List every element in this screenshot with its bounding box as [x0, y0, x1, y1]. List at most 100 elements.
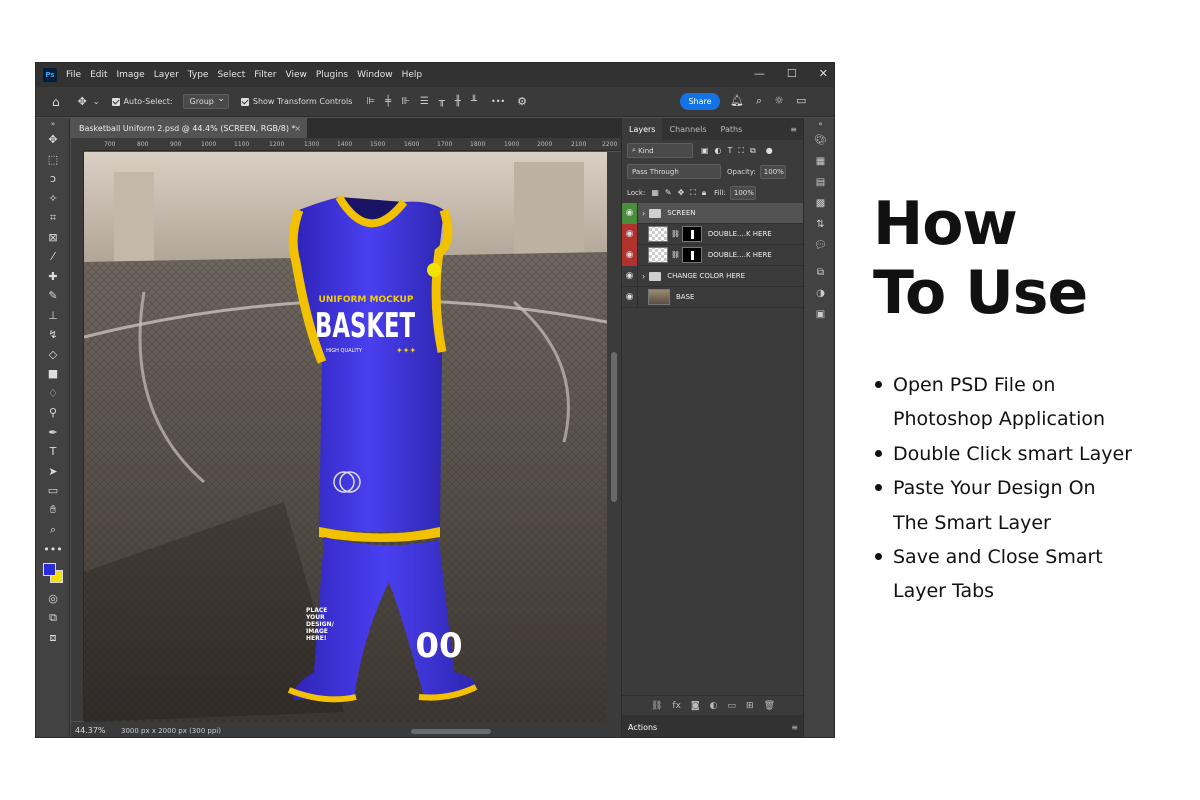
adjustments-icon[interactable]: ⇅ [804, 214, 834, 235]
lock-icons[interactable]: ▦✎✥⛶🔒︎ [651, 188, 712, 198]
more-options-icon[interactable]: ••• [491, 97, 505, 106]
menu-type[interactable]: Type [188, 70, 209, 80]
stamp-tool-icon[interactable]: ⊥ [36, 306, 70, 326]
quick-select-tool-icon[interactable]: ✧ [36, 189, 70, 209]
layer-row[interactable]: ◉ › SCREEN [622, 202, 803, 224]
new-layer-icon[interactable]: ⊞ [746, 701, 754, 711]
chevron-down-icon[interactable]: ⌄ [93, 97, 100, 106]
align-right-icon[interactable]: ⊪ [401, 96, 410, 107]
eye-icon[interactable]: ◉ [622, 265, 638, 287]
panel-menu-icon[interactable]: ≡ [790, 125, 797, 134]
eraser-tool-icon[interactable]: ◇ [36, 345, 70, 365]
actions-panel-header[interactable]: Actions ≡ [622, 715, 804, 737]
layer-mask-thumbnail[interactable] [681, 226, 702, 242]
zoom-tool-icon[interactable]: ⌕ [36, 520, 70, 540]
libraries-icon[interactable]: ⧉ [804, 262, 834, 283]
panel-menu-icon[interactable]: ≡ [791, 723, 798, 732]
hand-tool-icon[interactable]: ✋︎ [36, 501, 70, 521]
minimize-icon[interactable]: — [754, 67, 765, 80]
horizontal-scrollbar-thumb[interactable] [411, 729, 491, 734]
layer-row[interactable]: ◉ BASE [622, 286, 803, 308]
collapse-toolbar-icon[interactable]: » [36, 118, 70, 130]
blend-mode-dropdown[interactable]: Pass Through [627, 164, 721, 179]
pen-tool-icon[interactable]: ✒ [36, 423, 70, 443]
workspace-icon[interactable]: ▭ [796, 94, 806, 108]
menu-select[interactable]: Select [217, 70, 245, 80]
menu-view[interactable]: View [286, 70, 307, 80]
gradients-icon[interactable]: ▤ [804, 172, 834, 193]
marquee-tool-icon[interactable]: ⬚ [36, 150, 70, 170]
fill-input[interactable]: 100% [729, 185, 756, 200]
eye-icon[interactable]: ◉ [622, 202, 638, 224]
brush-tool-icon[interactable]: ✎ [36, 286, 70, 306]
crop-tool-icon[interactable]: ⌗ [36, 208, 70, 228]
layer-mask-thumbnail[interactable] [681, 247, 702, 263]
filter-toggle-icon[interactable]: ● [766, 146, 773, 155]
trash-icon[interactable]: 🗑︎ [764, 701, 775, 711]
menu-file[interactable]: File [66, 70, 81, 80]
eye-icon[interactable]: ◉ [622, 223, 638, 245]
tab-layers[interactable]: Layers [622, 118, 663, 140]
eye-icon[interactable]: ◉ [622, 286, 638, 308]
blur-tool-icon[interactable]: ♢ [36, 384, 70, 404]
add-mask-icon[interactable]: ◙ [691, 701, 700, 711]
kind-filter-dropdown[interactable]: ⌕ Kind [627, 143, 693, 158]
eyedropper-tool-icon[interactable]: ⁄ [36, 247, 70, 267]
align-bottom-icon[interactable]: ╨ [471, 96, 477, 107]
tab-paths[interactable]: Paths [714, 118, 750, 140]
menu-window[interactable]: Window [357, 70, 393, 80]
dodge-tool-icon[interactable]: ⚲ [36, 403, 70, 423]
comments-icon[interactable]: 💬︎ [804, 235, 834, 256]
document-canvas[interactable]: UNIFORM MOCKUP BASKET HIGH QUALITY ✦✦✦ P… [84, 152, 607, 722]
layer-row[interactable]: ◉ › CHANGE COLOR HERE [622, 265, 803, 287]
lasso-tool-icon[interactable]: ↄ [36, 169, 70, 189]
layer-row[interactable]: ◉ ⛓ DOUBLE....K HERE [622, 244, 803, 266]
align-left-icon[interactable]: ⊫ [366, 96, 375, 107]
vertical-scrollbar[interactable] [607, 152, 621, 722]
healing-brush-tool-icon[interactable]: ✚ [36, 267, 70, 287]
document-size-info[interactable]: 3000 px x 2000 px (300 ppi) [121, 727, 221, 735]
history-brush-tool-icon[interactable]: ↯ [36, 325, 70, 345]
rectangle-tool-icon[interactable]: ▭ [36, 481, 70, 501]
move-tool-icon[interactable]: ✥ [36, 130, 70, 150]
swatches-icon[interactable]: ▦ [804, 151, 834, 172]
search-icon[interactable]: ⌕ [756, 94, 762, 108]
collapse-dock-icon[interactable]: « [804, 118, 834, 130]
auto-select-checkbox[interactable]: Auto-Select: [111, 97, 173, 106]
foreground-color-swatch[interactable] [43, 563, 56, 576]
screen-mode-icon[interactable]: ⧉ [36, 609, 70, 629]
palette-icon[interactable]: 🎨︎ [804, 130, 834, 151]
layer-row[interactable]: ◉ ⛓ DOUBLE....K HERE [622, 223, 803, 245]
show-transform-checkbox[interactable]: Show Transform Controls [240, 97, 352, 106]
menu-help[interactable]: Help [402, 70, 423, 80]
quick-mask-icon[interactable]: ◎ [36, 589, 70, 609]
link-layers-icon[interactable]: ⛓ [651, 701, 662, 711]
gradient-tool-icon[interactable]: ■ [36, 364, 70, 384]
history-icon[interactable]: ▣ [804, 304, 834, 325]
menu-layer[interactable]: Layer [154, 70, 179, 80]
align-top-icon[interactable]: ╥ [439, 96, 445, 107]
home-icon[interactable]: ⌂ [52, 95, 60, 109]
chevron-right-icon[interactable]: › [642, 272, 645, 281]
zoom-level[interactable]: 44.37% [71, 726, 121, 735]
fx-icon[interactable]: fx [672, 701, 681, 711]
align-middle-icon[interactable]: ╫ [455, 96, 461, 107]
close-icon[interactable]: ✕ [819, 67, 828, 80]
lightbulb-icon[interactable]: ☼ [774, 94, 784, 108]
color-swatches[interactable] [36, 559, 69, 589]
patterns-icon[interactable]: ▩ [804, 193, 834, 214]
close-tab-icon[interactable]: × [294, 124, 301, 133]
filter-type-icons[interactable]: ▣◐T⛶⧉ [701, 146, 762, 156]
scrollbar-thumb[interactable] [611, 352, 617, 502]
bell-icon[interactable]: 🔔︎ [730, 94, 744, 108]
menu-plugins[interactable]: Plugins [316, 70, 348, 80]
adjustment-layer-icon[interactable]: ◐ [710, 701, 718, 711]
gear-icon[interactable]: ⚙ [517, 95, 527, 108]
share-button[interactable]: Share [680, 93, 720, 110]
new-group-icon[interactable]: ▭ [728, 701, 737, 711]
opacity-input[interactable]: 100% [759, 164, 786, 179]
chevron-right-icon[interactable]: › [642, 209, 645, 218]
menu-edit[interactable]: Edit [90, 70, 107, 80]
move-tool-icon[interactable]: ✥ [78, 95, 87, 108]
menu-filter[interactable]: Filter [254, 70, 276, 80]
